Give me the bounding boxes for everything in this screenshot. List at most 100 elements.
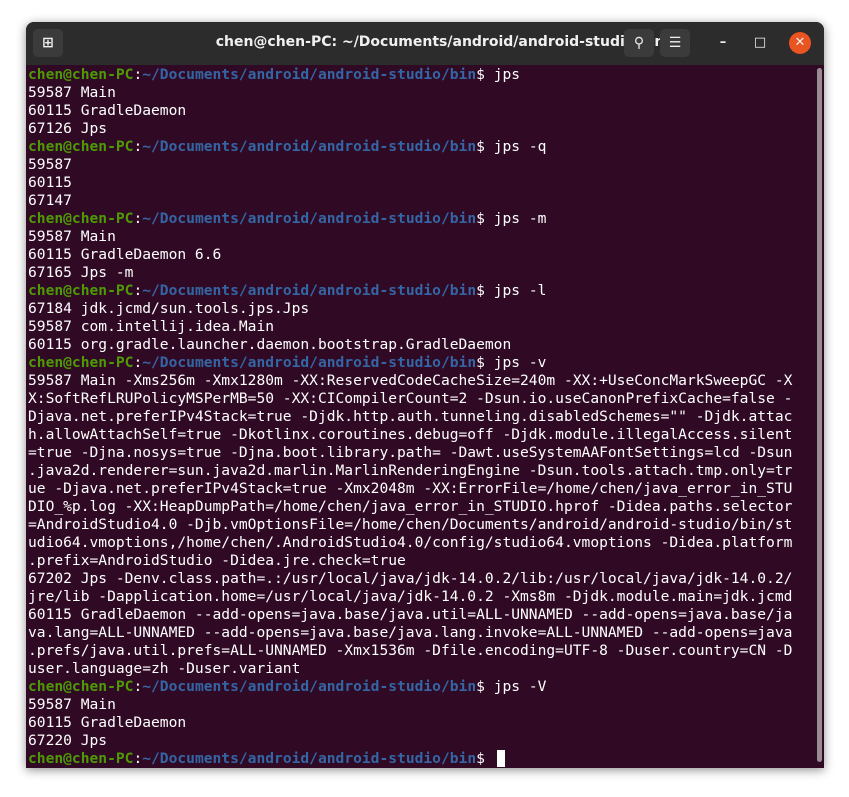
prompt-line: chen@chen-PC:~/Documents/android/android…	[28, 354, 816, 372]
output-line: 59587 com.intellij.idea.Main	[28, 318, 816, 336]
terminal-window: ⊞ chen@chen-PC: ~/Documents/android/andr…	[26, 22, 824, 768]
command-text: jps -l	[493, 282, 547, 299]
search-icon[interactable]: ⚲	[624, 29, 654, 57]
output-line: udio64.vmoptions,/home/chen/.AndroidStud…	[28, 534, 816, 552]
output-text: 60115 org.gradle.launcher.daemon.bootstr…	[28, 336, 512, 353]
output-text: 59587	[28, 156, 72, 173]
text-cursor	[496, 750, 505, 767]
output-line: 67202 Jps -Denv.class.path=.:/usr/local/…	[28, 570, 816, 588]
output-line: 59587 Main	[28, 228, 816, 246]
output-line: .prefs/java.util.prefs=ALL-UNNAMED -Xmx1…	[28, 642, 816, 660]
output-text: udio64.vmoptions,/home/chen/.AndroidStud…	[28, 534, 793, 551]
output-text: 59587 Main	[28, 84, 116, 101]
output-text: 60115 GradleDaemon 6.6	[28, 246, 222, 263]
output-text: 67165 Jps -m	[28, 264, 134, 281]
output-text: ue -Djava.net.preferIPv4Stack=true -Xmx2…	[28, 480, 793, 497]
prompt-line: chen@chen-PC:~/Documents/android/android…	[28, 210, 816, 228]
output-line: =true -Djna.nosys=true -Djna.boot.librar…	[28, 444, 816, 462]
output-line: user.language=zh -Duser.variant	[28, 660, 816, 678]
prompt-user: chen@chen-PC	[28, 66, 134, 83]
output-text: 67220 Jps	[28, 732, 108, 749]
output-text: 60115 GradleDaemon	[28, 714, 187, 731]
output-text: =AndroidStudio4.0 -Djb.vmOptionsFile=/ho…	[28, 516, 793, 533]
prompt-user: chen@chen-PC	[28, 210, 134, 227]
prompt-symbol: $	[476, 210, 494, 227]
output-text: 67184 jdk.jcmd/sun.tools.jps.Jps	[28, 300, 310, 317]
prompt-line: chen@chen-PC:~/Documents/android/android…	[28, 750, 816, 768]
output-text: user.language=zh -Duser.variant	[28, 660, 301, 677]
prompt-colon: :	[133, 678, 143, 695]
scrollbar[interactable]	[816, 66, 824, 766]
output-text: 67147	[28, 192, 72, 209]
prompt-line: chen@chen-PC:~/Documents/android/android…	[28, 678, 816, 696]
output-line: 67126 Jps	[28, 120, 816, 138]
output-line: 60115 GradleDaemon --add-opens=java.base…	[28, 606, 816, 624]
output-line: 60115 org.gradle.launcher.daemon.bootstr…	[28, 336, 816, 354]
output-line: 59587 Main	[28, 696, 816, 714]
prompt-colon: :	[133, 750, 143, 767]
output-text: Djava.net.preferIPv4Stack=true -Djdk.htt…	[28, 408, 793, 425]
prompt-line: chen@chen-PC:~/Documents/android/android…	[28, 282, 816, 300]
output-text: .prefs/java.util.prefs=ALL-UNNAMED -Xmx1…	[28, 642, 793, 659]
prompt-symbol: $	[476, 282, 494, 299]
prompt-colon: :	[133, 66, 143, 83]
output-line: 59587 Main -Xms256m -Xmx1280m -XX:Reserv…	[28, 372, 816, 390]
output-text: 67202 Jps -Denv.class.path=.:/usr/local/…	[28, 570, 793, 587]
output-text: .prefix=AndroidStudio -Didea.jre.check=t…	[28, 552, 406, 569]
output-line: 67220 Jps	[28, 732, 816, 750]
output-text: 59587 com.intellij.idea.Main	[28, 318, 275, 335]
output-line: =AndroidStudio4.0 -Djb.vmOptionsFile=/ho…	[28, 516, 816, 534]
prompt-user: chen@chen-PC	[28, 282, 134, 299]
output-line: 67165 Jps -m	[28, 264, 816, 282]
output-text: 67126 Jps	[28, 120, 108, 137]
command-text: jps	[493, 66, 521, 83]
output-line: 59587 Main	[28, 84, 816, 102]
output-text: jre/lib -Dapplication.home=/usr/local/ja…	[28, 588, 793, 605]
output-text: va.lang=ALL-UNNAMED --add-opens=java.bas…	[28, 624, 793, 641]
prompt-path: ~/Documents/android/android-studio/bin	[142, 678, 477, 695]
output-line: h.allowAttachSelf=true -Dkotlinx.corouti…	[28, 426, 816, 444]
output-line: .prefix=AndroidStudio -Didea.jre.check=t…	[28, 552, 816, 570]
command-text: jps -V	[493, 678, 547, 695]
prompt-path: ~/Documents/android/android-studio/bin	[142, 750, 477, 767]
output-line: 60115 GradleDaemon 6.6	[28, 246, 816, 264]
scrollbar-thumb[interactable]	[817, 68, 822, 762]
output-line: Djava.net.preferIPv4Stack=true -Djdk.htt…	[28, 408, 816, 426]
output-line: jre/lib -Dapplication.home=/usr/local/ja…	[28, 588, 816, 606]
prompt-line: chen@chen-PC:~/Documents/android/android…	[28, 66, 816, 84]
prompt-path: ~/Documents/android/android-studio/bin	[142, 210, 477, 227]
output-line: .java2d.renderer=sun.java2d.marlin.Marli…	[28, 462, 816, 480]
command-text: jps -v	[493, 354, 547, 371]
output-line: 67184 jdk.jcmd/sun.tools.jps.Jps	[28, 300, 816, 318]
output-line: 59587	[28, 156, 816, 174]
output-text: h.allowAttachSelf=true -Dkotlinx.corouti…	[28, 426, 793, 443]
maximize-icon[interactable]: □	[749, 32, 771, 54]
output-line: ue -Djava.net.preferIPv4Stack=true -Xmx2…	[28, 480, 816, 498]
command-text: jps -m	[493, 210, 547, 227]
close-icon[interactable]: ✕	[789, 32, 811, 54]
output-text: X:SoftRefLRUPolicyMSPerMB=50 -XX:CICompi…	[28, 390, 793, 407]
output-text: .java2d.renderer=sun.java2d.marlin.Marli…	[28, 462, 793, 479]
prompt-colon: :	[133, 354, 143, 371]
prompt-path: ~/Documents/android/android-studio/bin	[142, 66, 477, 83]
minimize-icon[interactable]: –	[712, 32, 734, 54]
prompt-line: chen@chen-PC:~/Documents/android/android…	[28, 138, 816, 156]
output-line: DIO_%p.log -XX:HeapDumpPath=/home/chen/j…	[28, 498, 816, 516]
prompt-path: ~/Documents/android/android-studio/bin	[142, 354, 477, 371]
prompt-symbol: $	[476, 66, 494, 83]
prompt-path: ~/Documents/android/android-studio/bin	[142, 282, 477, 299]
hamburger-menu-icon[interactable]: ☰	[660, 29, 690, 57]
output-line: X:SoftRefLRUPolicyMSPerMB=50 -XX:CICompi…	[28, 390, 816, 408]
prompt-user: chen@chen-PC	[28, 750, 134, 767]
prompt-colon: :	[133, 138, 143, 155]
title-bar: ⊞ chen@chen-PC: ~/Documents/android/andr…	[26, 22, 824, 65]
prompt-symbol: $	[476, 678, 494, 695]
output-text: 59587 Main	[28, 696, 116, 713]
prompt-path: ~/Documents/android/android-studio/bin	[142, 138, 477, 155]
output-line: va.lang=ALL-UNNAMED --add-opens=java.bas…	[28, 624, 816, 642]
prompt-colon: :	[133, 282, 143, 299]
prompt-symbol: $	[476, 138, 494, 155]
prompt-symbol: $	[476, 354, 494, 371]
prompt-user: chen@chen-PC	[28, 354, 134, 371]
terminal-output[interactable]: chen@chen-PC:~/Documents/android/android…	[28, 66, 816, 768]
